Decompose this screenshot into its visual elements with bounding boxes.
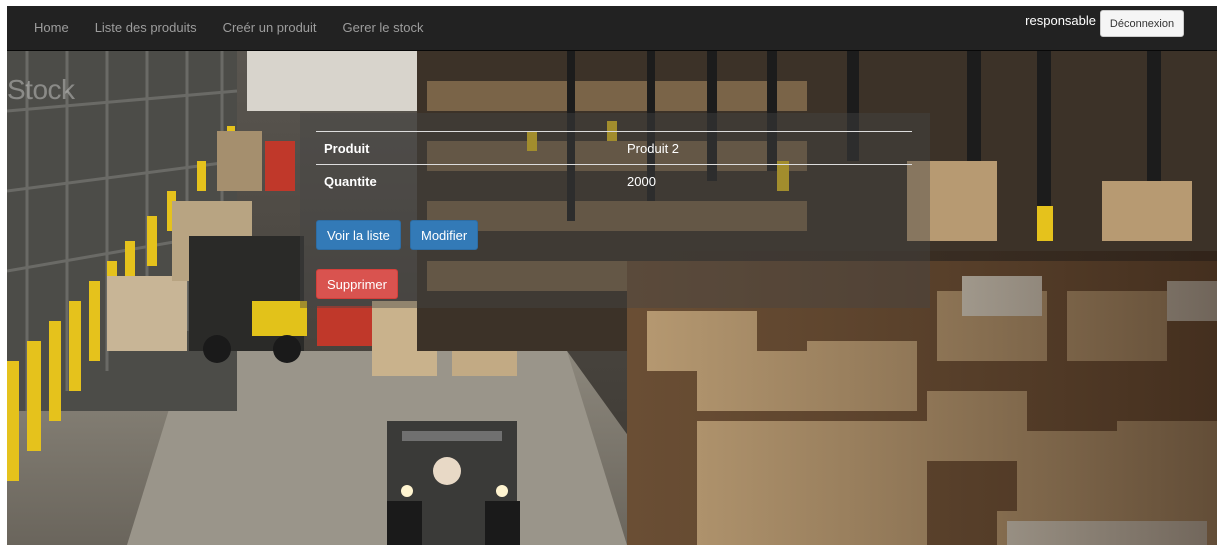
edit-button[interactable]: Modifier [410,220,479,250]
nav-manage-stock-link[interactable]: Gerer le stock [330,6,437,50]
quantity-label: Quantite [324,173,377,189]
page-title: Stock [7,74,75,105]
table-row: Produit Produit 2 [316,131,912,165]
table-row: Quantite 2000 [316,164,912,198]
app-frame: Home Liste des produits Creér un produit… [7,6,1217,545]
nav-home-link[interactable]: Home [21,6,82,50]
quantity-value: 2000 [627,173,656,189]
product-label: Produit [324,140,370,156]
logout-button[interactable]: Déconnexion [1100,10,1184,37]
user-role-label: responsable [1025,13,1096,28]
nav-links: Home Liste des produits Creér un produit… [21,6,436,50]
product-value: Produit 2 [627,140,680,156]
nav-user-area: responsable Déconnexion [1025,10,1184,37]
stock-detail-table: Produit Produit 2 Quantite 2000 [316,131,912,197]
nav-product-list-link[interactable]: Liste des produits [82,6,210,50]
view-list-button[interactable]: Voir la liste [316,220,401,250]
stock-detail-panel: Produit Produit 2 Quantite 2000 Voir la … [300,113,930,308]
nav-create-product-link[interactable]: Creér un produit [210,6,330,50]
top-navbar: Home Liste des produits Creér un produit… [7,6,1217,51]
delete-button[interactable]: Supprimer [316,269,398,299]
